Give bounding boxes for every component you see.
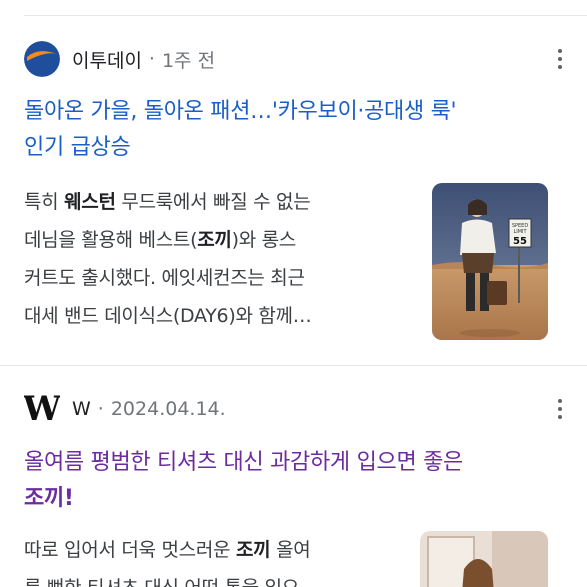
dot-separator: · [97,398,104,420]
result-2-snippet: 따로 입어서 더욱 멋스러운 조끼 올여 름 뻔한 티셔츠 대신 어떤 통을 입… [24,539,311,587]
search-results-page: 이투데이 · 1주 전 돌아온 가을, 돌아온 패션…'카우보이·공대생 룩' … [0,0,587,587]
result-2-more-vert-icon[interactable] [548,391,572,427]
result-1-title-link[interactable]: 돌아온 가을, 돌아온 패션…'카우보이·공대생 룩' 인기 급상승 [24,94,564,166]
snippet-highlight: 조끼 [235,539,271,561]
snippet-highlight: 웨스턴 [64,191,116,213]
snippet-highlight: 조끼 [197,229,232,251]
top-divider [24,15,587,16]
result-2-title-line-2: 조끼! [24,486,74,511]
result-2-title-line-1: 올여름 평범한 티셔츠 대신 과감하게 입으면 좋은 [24,450,463,475]
result-2-title-link[interactable]: 올여름 평범한 티셔츠 대신 과감하게 입으면 좋은 조끼! [24,445,564,517]
result-2-source-row[interactable]: W W · 2024.04.14. [24,391,226,427]
result-1-time: 1주 전 [161,49,216,72]
result-1-snippet: 특히 웨스턴 무드룩에서 빠질 수 없는 데님을 활용해 베스트(조끼)와 롱스… [24,191,312,327]
result-1-title-line-1: 돌아온 가을, 돌아온 패션…'카우보이·공대생 룩' [24,99,457,124]
w-magazine-logo-icon: W [24,391,60,427]
result-1-source-row[interactable]: 이투데이 · 1주 전 [24,41,215,77]
sign-text-3: 55 [513,236,527,247]
result-2-thumbnail[interactable] [420,531,548,587]
sign-text-2: LIMIT [513,229,527,235]
etoday-logo-icon [24,41,60,77]
result-2-source-name: W [72,398,91,420]
result-1-title-line-2: 인기 급상승 [24,135,131,160]
result-1-thumbnail[interactable]: SPEED LIMIT 55 [432,183,548,340]
dot-separator: · [148,48,155,70]
result-1-source-name: 이투데이 [72,49,142,72]
result-2-time: 2024.04.14. [110,398,226,420]
result-divider [0,365,587,366]
result-1-more-vert-icon[interactable] [548,41,572,77]
